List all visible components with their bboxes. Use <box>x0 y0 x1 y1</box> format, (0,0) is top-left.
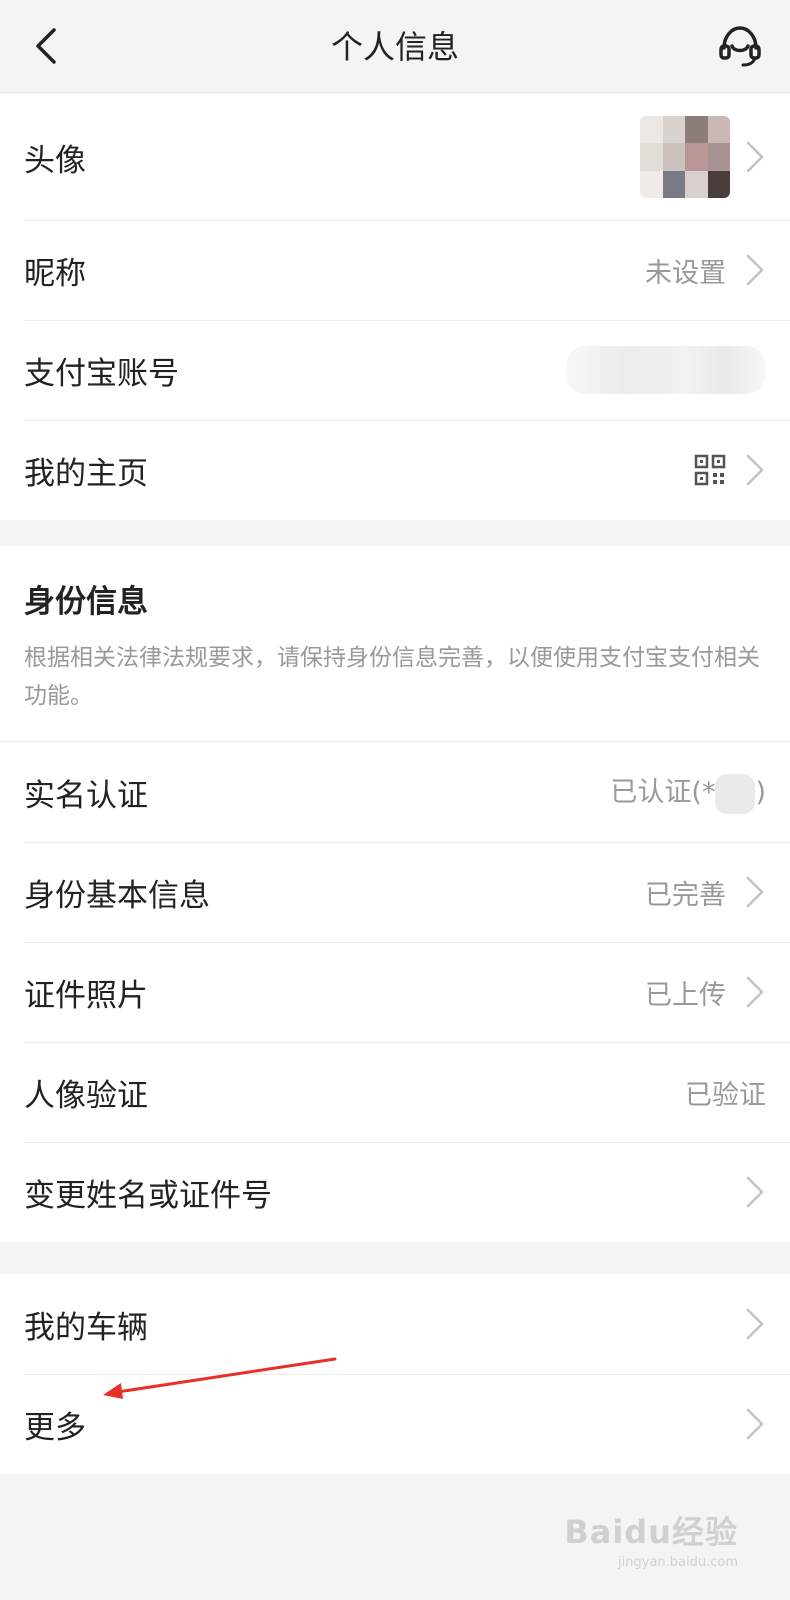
face-verify-value: 已验证 <box>685 1079 766 1111</box>
avatar <box>640 116 730 198</box>
identity-section-title: 身份信息 <box>24 584 148 620</box>
realname-value: 已认证(*) <box>610 770 766 814</box>
headset-icon <box>719 26 761 67</box>
chevron-right-icon <box>744 974 766 1010</box>
realname-row[interactable]: 实名认证 已认证(*) <box>0 742 790 842</box>
more-label: 更多 <box>24 1409 86 1446</box>
vehicle-row[interactable]: 我的车辆 <box>0 1274 790 1374</box>
customer-service-button[interactable] <box>716 22 764 70</box>
id-photo-value: 已上传 <box>645 979 726 1011</box>
watermark-sub: jingyan.baidu.com <box>618 1555 738 1570</box>
chevron-right-icon <box>744 452 766 488</box>
id-photo-row[interactable]: 证件照片 已上传 <box>0 942 790 1042</box>
basic-info-value: 已完善 <box>645 879 726 911</box>
account-value-redacted <box>566 346 766 394</box>
vehicle-label: 我的车辆 <box>24 1309 148 1346</box>
profile-group: 头像 昵称 未设置 支付宝账号 我的主页 <box>0 94 790 520</box>
homepage-row[interactable]: 我的主页 <box>0 420 790 520</box>
top-bar: 个人信息 <box>0 0 790 93</box>
basic-info-row[interactable]: 身份基本信息 已完善 <box>0 842 790 942</box>
realname-status-text: 已认证(* <box>610 777 716 809</box>
account-label: 支付宝账号 <box>24 355 179 392</box>
face-verify-row[interactable]: 人像验证 已验证 <box>0 1042 790 1142</box>
chevron-right-icon <box>744 139 766 175</box>
other-group: 我的车辆 更多 <box>0 1274 790 1474</box>
nickname-value: 未设置 <box>645 257 726 289</box>
chevron-right-icon <box>744 874 766 910</box>
chevron-right-icon <box>744 1306 766 1342</box>
chevron-right-icon <box>744 1174 766 1210</box>
qr-code-icon <box>694 454 726 486</box>
nickname-row[interactable]: 昵称 未设置 <box>0 220 790 320</box>
avatar-label: 头像 <box>24 142 86 179</box>
identity-group: 身份信息 根据相关法律法规要求，请保持身份信息完善，以便使用支付宝支付相关功能。… <box>0 546 790 1242</box>
realname-redacted <box>715 773 756 814</box>
change-name-row[interactable]: 变更姓名或证件号 <box>0 1142 790 1242</box>
basic-info-label: 身份基本信息 <box>24 877 210 914</box>
face-verify-label: 人像验证 <box>24 1077 148 1114</box>
change-name-label: 变更姓名或证件号 <box>24 1177 272 1214</box>
nickname-label: 昵称 <box>24 255 86 292</box>
account-row[interactable]: 支付宝账号 <box>0 320 790 420</box>
realname-label: 实名认证 <box>24 777 148 814</box>
identity-section-description: 根据相关法律法规要求，请保持身份信息完善，以便使用支付宝支付相关功能。 <box>0 631 790 742</box>
chevron-right-icon <box>744 1406 766 1442</box>
page-title: 个人信息 <box>330 28 459 66</box>
watermark: Baidu经验 jingyan.baidu.com <box>564 1507 738 1570</box>
homepage-label: 我的主页 <box>24 455 148 492</box>
realname-status-end: ) <box>755 777 766 809</box>
more-row[interactable]: 更多 <box>0 1374 790 1474</box>
avatar-row[interactable]: 头像 <box>0 94 790 220</box>
watermark-main: Baidu经验 <box>564 1513 738 1551</box>
id-photo-label: 证件照片 <box>24 977 148 1014</box>
chevron-right-icon <box>744 252 766 288</box>
